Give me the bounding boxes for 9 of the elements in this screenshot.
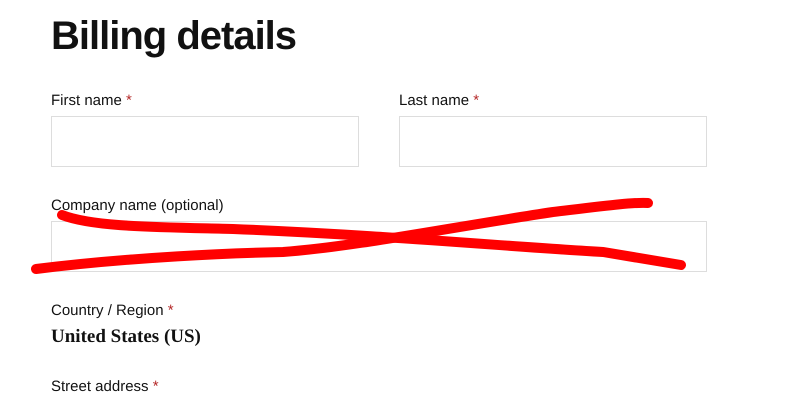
- field-label: First name *: [51, 92, 133, 110]
- field-label: Company name (optional): [51, 197, 225, 215]
- field-label: Last name *: [399, 92, 480, 110]
- page-title: Billing details: [51, 13, 298, 60]
- field-label: Street address *: [51, 378, 159, 395]
- field-label: Country / Region *: [51, 302, 174, 319]
- country-value: United States (US): [51, 326, 201, 348]
- input-field[interactable]: [51, 116, 359, 167]
- input-field[interactable]: [399, 116, 707, 167]
